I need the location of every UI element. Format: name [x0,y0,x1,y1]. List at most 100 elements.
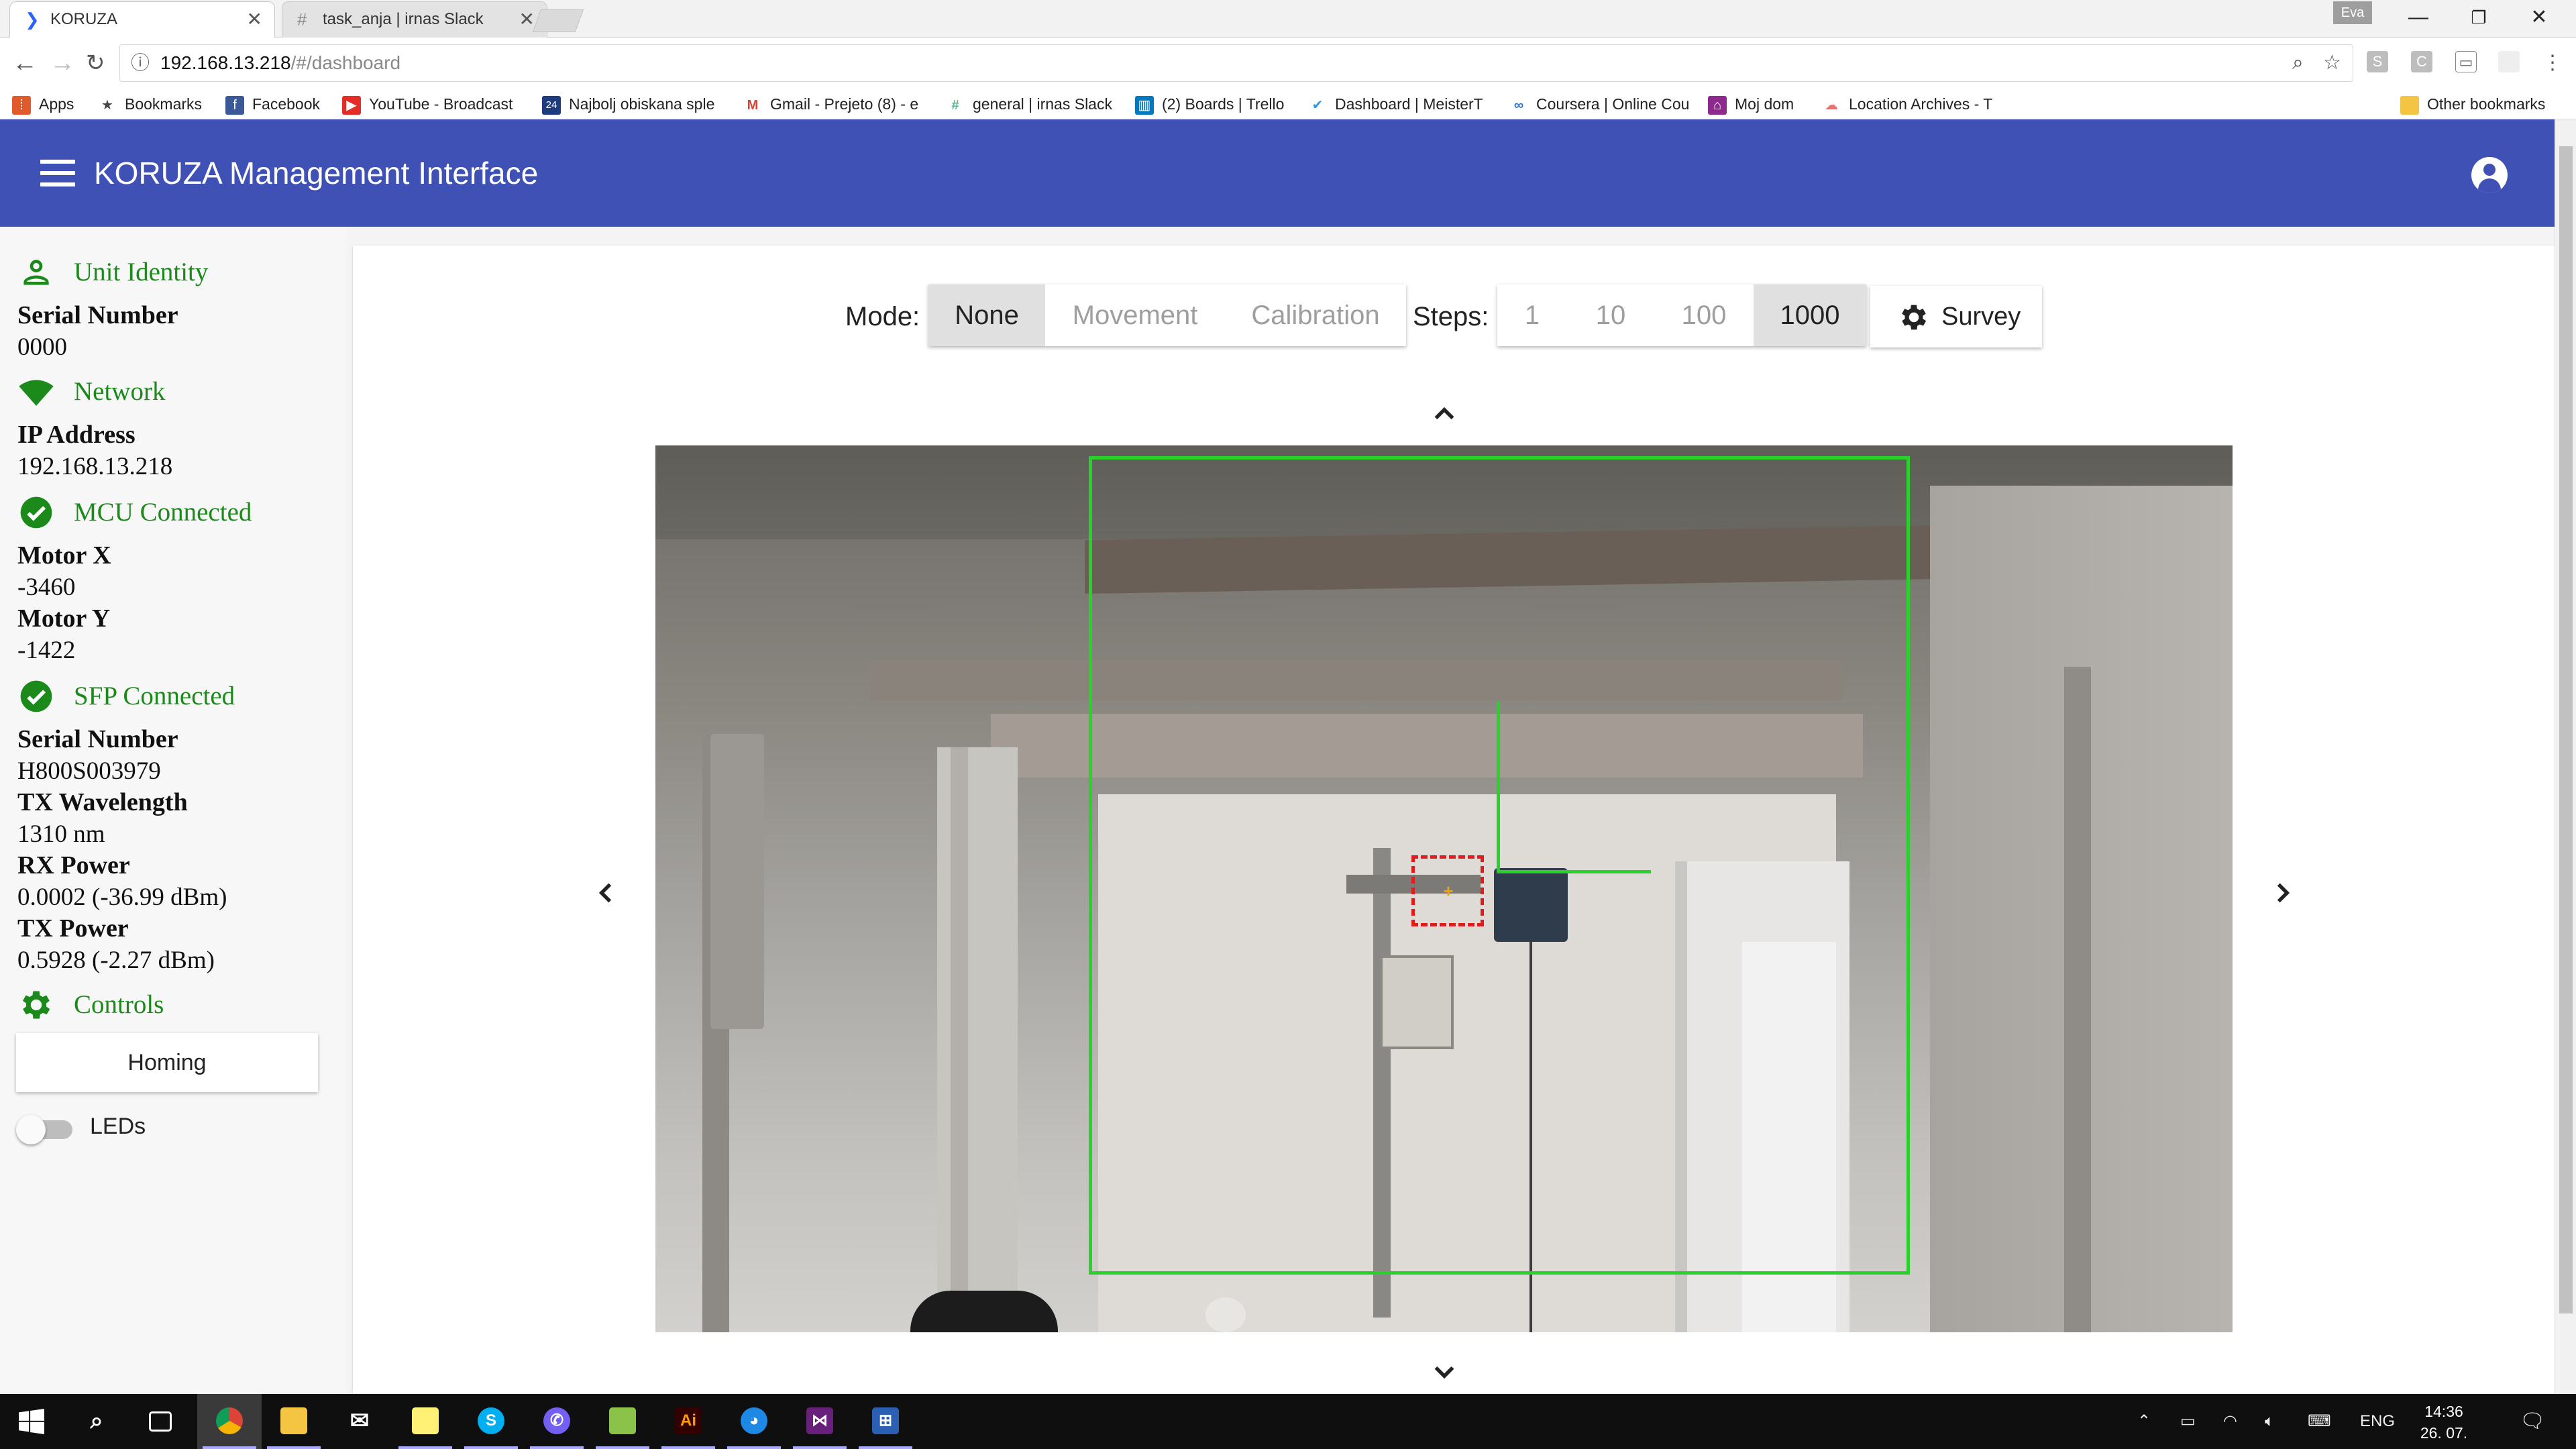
account-icon[interactable] [2471,157,2508,193]
step-1000-button[interactable]: 1000 [1754,284,1866,346]
mode-calibration-button[interactable]: Calibration [1225,284,1406,346]
show-hidden-icons[interactable]: ⌃ [2137,1394,2151,1449]
extension-icon[interactable]: C [2411,51,2432,72]
restore-icon[interactable]: ❐ [2449,0,2509,38]
more-menu-icon[interactable]: ⋮ [2542,38,2563,89]
forward-icon[interactable]: → [50,38,75,89]
location-archives-icon: ☁ [1825,97,1838,113]
move-left-icon[interactable] [589,876,623,910]
bookmark-label: Location Archives - T [1849,95,1993,113]
bookmark-label: Dashboard | MeisterT [1335,95,1483,113]
sfp-serial-value: H800S003979 [17,757,161,785]
bookmark-meistertask[interactable]: ✔ Dashboard | MeisterT [1308,89,1489,119]
unit-identity-header: Unit Identity [17,252,208,292]
mail-icon[interactable]: ✉ [327,1394,392,1449]
mode-label: Mode: [845,302,920,331]
menu-icon[interactable] [40,160,75,186]
bookmark-gmail[interactable]: M Gmail - Prejeto (8) - e [743,89,930,119]
file-explorer-icon[interactable] [262,1394,326,1449]
check-circle-icon [20,496,52,529]
tab-koruza[interactable]: ❯ KORUZA ✕ [9,1,275,38]
extension-icon[interactable]: S [2367,51,2388,72]
zoom-icon[interactable]: ⌕ [2292,45,2304,81]
minimize-icon[interactable]: — [2388,0,2449,38]
bookmark-apps[interactable]: ⁞ Apps [12,89,99,119]
visual-studio-icon[interactable]: ⋈ [788,1394,852,1449]
wifi-icon[interactable]: ◠ [2223,1394,2237,1449]
gmail-icon: M [747,97,759,113]
tab-slack[interactable]: # task_anja | irnas Slack ✕ [282,1,547,38]
skype-icon[interactable]: S [459,1394,523,1449]
back-icon[interactable]: ← [12,38,38,89]
step-1-button[interactable]: 1 [1497,284,1567,346]
volume-muted-icon[interactable]: 🔈︎ [2265,1394,2274,1449]
page-scrollbar[interactable] [2555,119,2576,1394]
leds-toggle[interactable] [16,1111,78,1147]
system-clock[interactable]: 14:36 26. 07. 2017 [2407,1401,2481,1449]
apps-grid-icon: ⁞ [12,95,31,115]
battery-icon[interactable]: ▭ [2180,1394,2196,1449]
reload-icon[interactable]: ↻ [86,38,105,89]
new-tab-button[interactable] [532,9,584,32]
step-10-button[interactable]: 10 [1567,284,1654,346]
windows-taskbar: ⌕ ✉ S ✆ Ai ◕ ⋈ ⊞ ⌃ ▭ ◠ 🔈︎ ⌨ ENG 14:36 26… [0,1394,2576,1449]
bookmark-24ur[interactable]: 24 Najbolj obiskana sple [542,89,727,119]
mode-none-button[interactable]: None [928,284,1045,346]
viber-icon[interactable]: ✆ [525,1394,589,1449]
bookmark-moj-dom[interactable]: ⌂ Moj dom [1708,89,1822,119]
bookmark-youtube[interactable]: ▶ YouTube - Broadcast [342,89,527,119]
close-tab-icon[interactable]: ✕ [247,2,262,37]
motor-x-label: Motor X [17,541,111,570]
chrome-icon[interactable] [197,1394,262,1449]
homing-button[interactable]: Homing [16,1033,318,1092]
bookmark-location-archives[interactable]: ☁ Location Archives - T [1822,89,2017,119]
address-toolbar: ← → ↻ ⓘ 192.168.13.218/#/dashboard ⌕ ☆ S… [0,38,2576,89]
bookmark-label: YouTube - Broadcast [369,95,513,113]
crosshair-vertical-line [1497,702,1500,873]
tx-power-value: 0.5928 (-2.27 dBm) [17,947,215,974]
section-title: SFP Connected [74,682,235,710]
sticky-notes-icon[interactable] [393,1394,458,1449]
camera-feed[interactable]: + [655,445,2233,1332]
bookmark-label: Coursera | Online Cou [1536,95,1690,113]
language-indicator[interactable]: ENG [2360,1394,2395,1449]
search-icon[interactable]: ⌕ [64,1394,129,1449]
bookmark-star-icon[interactable]: ☆ [2323,45,2341,81]
keyboard-icon[interactable]: ⌨ [2308,1394,2331,1449]
tx-power-label: TX Power [17,914,129,943]
bookmark-coursera[interactable]: ∞ Coursera | Online Cou [1509,89,1692,119]
move-up-icon[interactable] [1428,397,1461,431]
bookmark-trello[interactable]: ▥ (2) Boards | Trello [1135,89,1303,119]
tx-wavelength-value: 1310 nm [17,820,105,848]
bookmark-facebook[interactable]: f Facebook [225,89,339,119]
illustrator-icon[interactable]: Ai [656,1394,720,1449]
network-tool-icon[interactable]: ⊞ [853,1394,918,1449]
survey-button[interactable]: Survey [1870,286,2042,347]
move-right-icon[interactable] [2266,876,2300,910]
notepad-icon[interactable] [590,1394,655,1449]
move-down-icon[interactable] [1428,1355,1461,1389]
bookmarks-bar: ⁞ Apps ★ Bookmarks f Facebook ▶ YouTube - Br… [0,89,2576,119]
url-path: /#/dashboard [290,52,401,73]
bookmark-label: general | irnas Slack [973,95,1112,113]
person-icon [23,260,49,285]
slack-tab-icon: # [297,9,307,30]
task-view-icon[interactable] [129,1394,193,1449]
cast-icon[interactable]: ▭ [2455,51,2477,72]
step-100-button[interactable]: 100 [1654,284,1754,346]
extension-icon[interactable] [2498,51,2520,72]
bookmark-slack[interactable]: # general | irnas Slack [946,89,1127,119]
info-icon[interactable]: ⓘ [131,45,150,81]
outlook-icon[interactable]: ◕ [722,1394,786,1449]
koruza-tab-icon: ❯ [25,9,40,30]
start-button[interactable] [0,1394,64,1449]
profile-chip[interactable]: Eva [2333,1,2372,24]
other-bookmarks[interactable]: Other bookmarks [2400,89,2571,119]
tab-title: KORUZA [50,10,118,28]
close-window-icon[interactable]: ✕ [2509,0,2569,38]
mode-movement-button[interactable]: Movement [1045,284,1225,346]
url-text: 192.168.13.218/#/dashboard [160,45,400,81]
bookmark-bookmarks[interactable]: ★ Bookmarks [98,89,215,119]
url-input[interactable]: ⓘ 192.168.13.218/#/dashboard ⌕ ☆ [119,44,2353,82]
notifications-icon[interactable]: 🗨︎ [2520,1394,2545,1449]
